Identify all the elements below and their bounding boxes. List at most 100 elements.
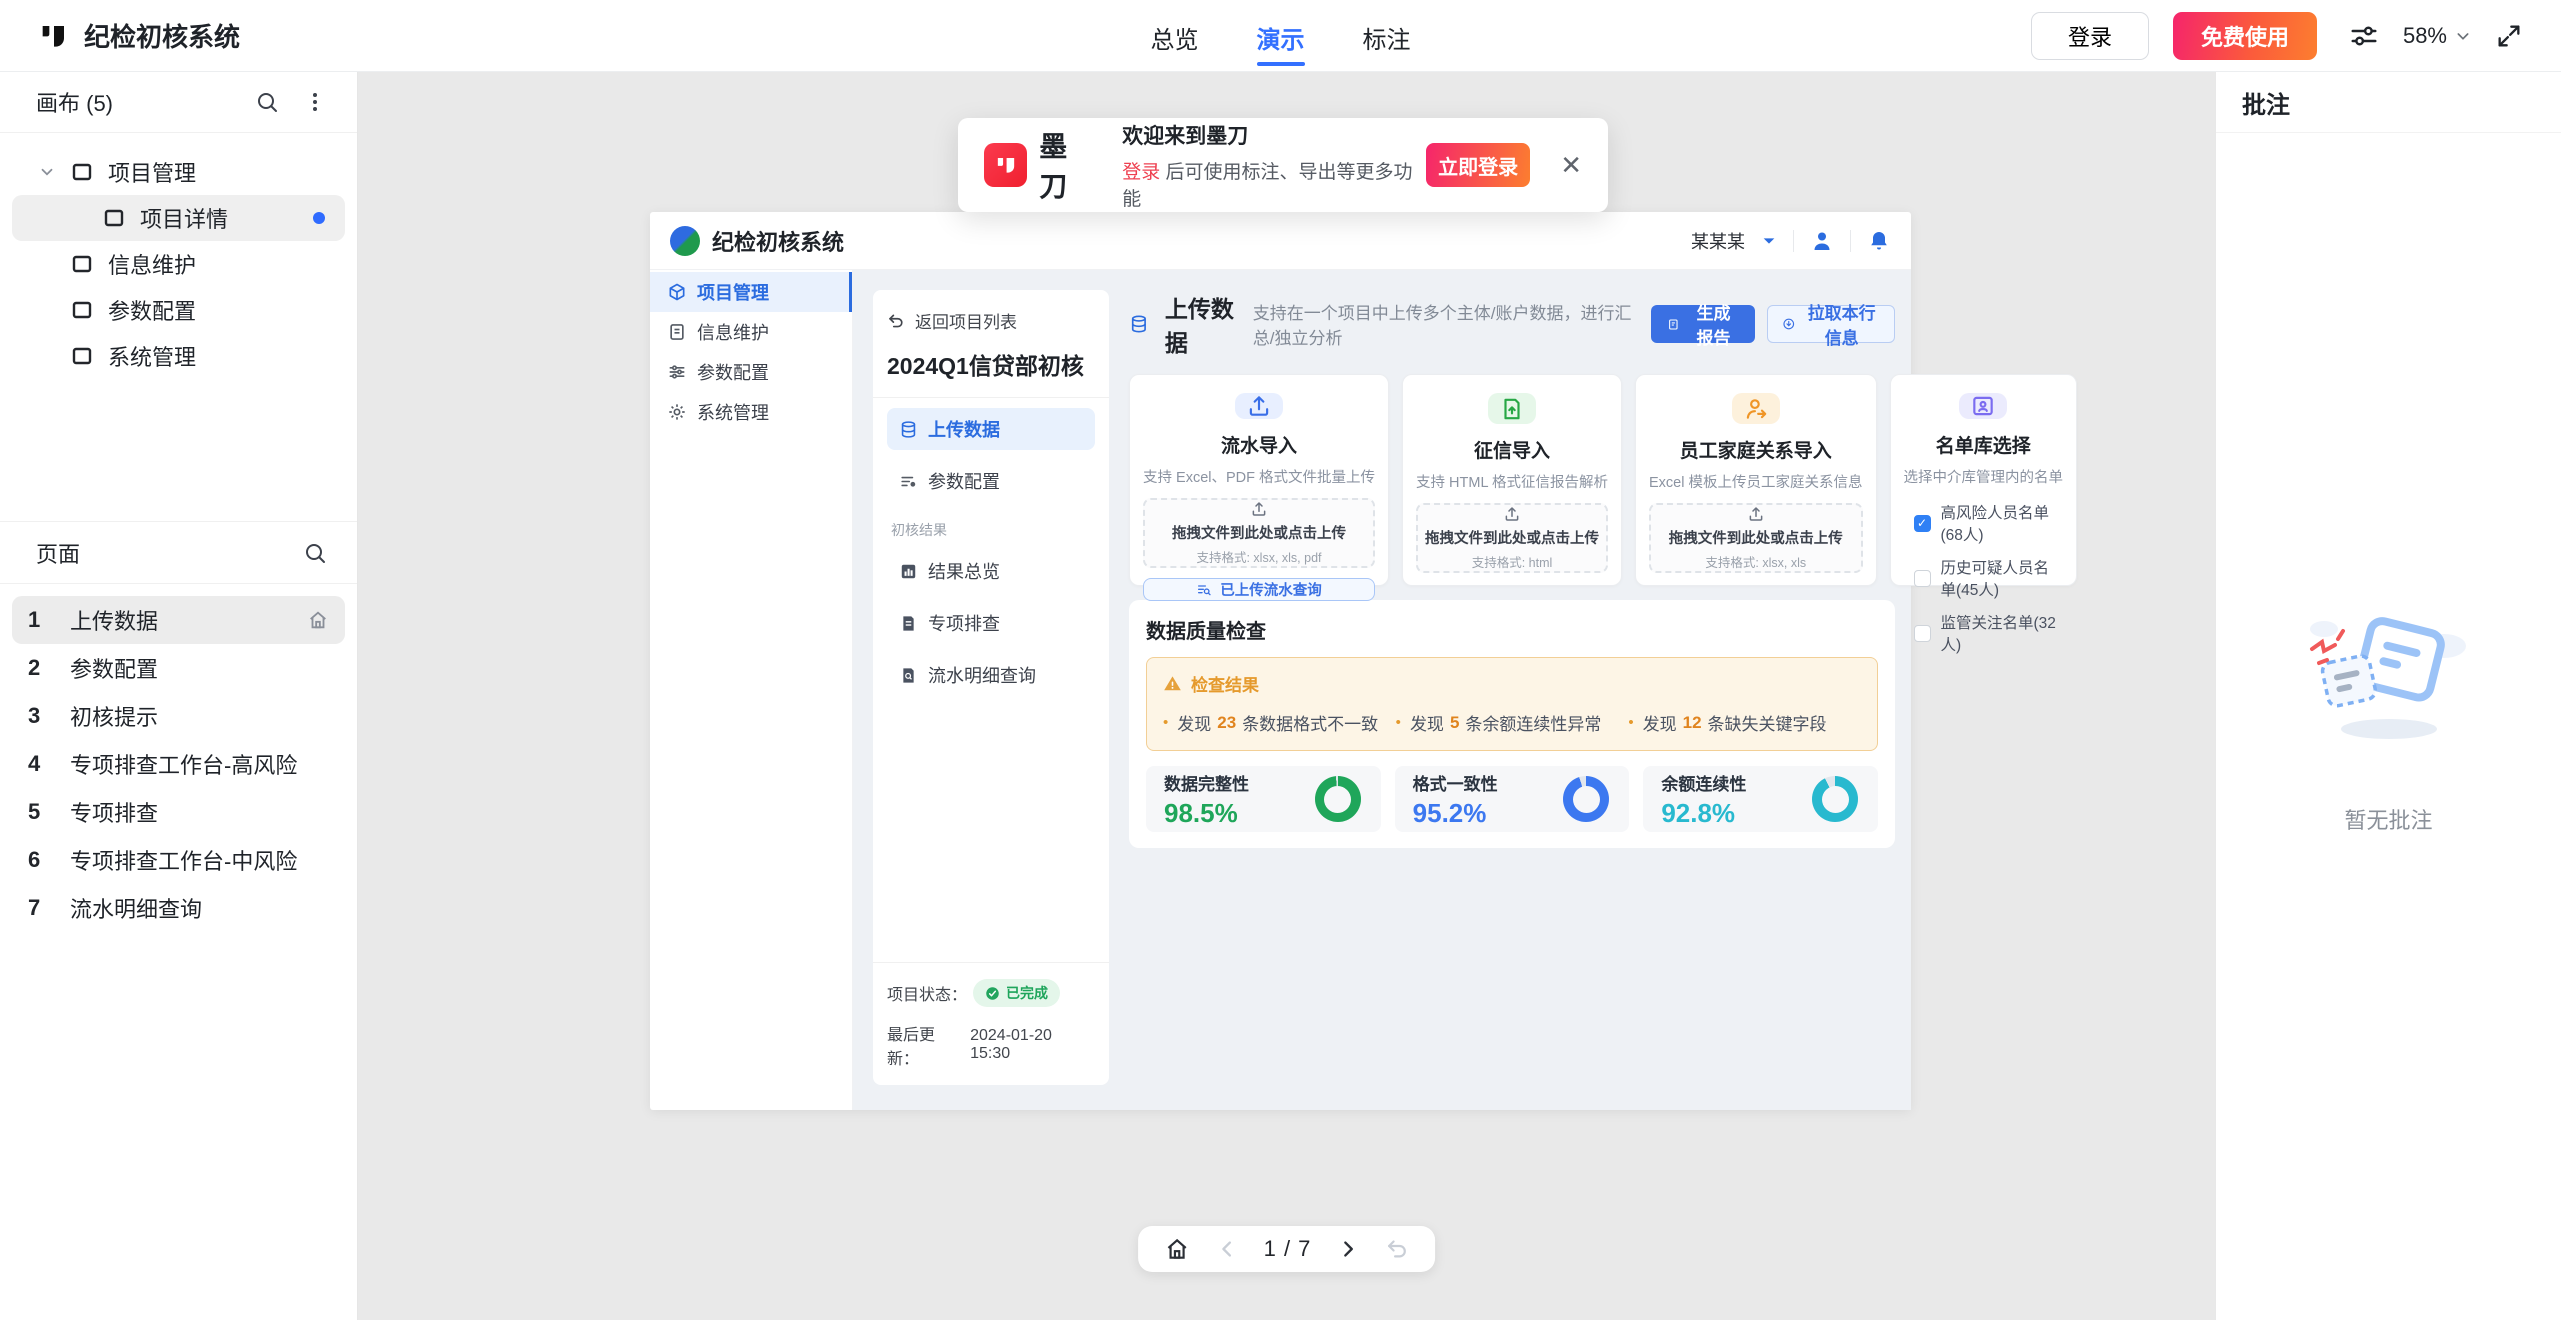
search-icon[interactable] [303, 541, 327, 565]
checkbox[interactable] [1914, 625, 1931, 642]
chevron-down-icon[interactable] [1761, 233, 1777, 249]
report-icon [1667, 316, 1680, 333]
card-title: 员工家庭关系导入 [1680, 436, 1832, 463]
card-title: 名单库选择 [1936, 431, 2031, 458]
namelist-options: 高风险人员名单(68人) 历史可疑人员名单(45人) 监管关注名单(32人) [1904, 501, 2064, 655]
upload-icon [1747, 505, 1765, 523]
gear-icon [667, 402, 687, 422]
tree-item-system-management[interactable]: 系统管理 [12, 333, 345, 379]
tab-overview[interactable]: 总览 [1151, 6, 1199, 66]
bar-chart-icon [899, 562, 918, 581]
upload-icon [1250, 500, 1268, 518]
document-icon [667, 322, 687, 342]
back-to-projects[interactable]: 返回项目列表 [887, 308, 1095, 333]
close-icon[interactable]: ✕ [1560, 152, 1582, 178]
page-indicator: 1 / 7 [1264, 1236, 1312, 1262]
prev-page-icon[interactable] [1216, 1238, 1238, 1260]
tree-item-project-detail[interactable]: 项目详情 [12, 195, 345, 241]
home-icon[interactable] [1164, 1236, 1190, 1262]
tree-item-project-management[interactable]: 项目管理 [12, 149, 345, 195]
generate-report-button[interactable]: 生成报告 [1651, 305, 1754, 343]
page-label: 专项排查工作台-高风险 [70, 748, 297, 780]
page-item-4[interactable]: 4专项排查工作台-高风险 [12, 740, 345, 788]
dropzone[interactable]: 拖拽文件到此处或点击上传 支持格式: html [1416, 503, 1608, 573]
page-label: 专项排查 [70, 796, 158, 828]
fullscreen-icon[interactable] [2495, 22, 2523, 50]
donut-ring [1315, 776, 1361, 822]
metric-balance-continuity: 余额连续性 92.8% [1643, 766, 1878, 832]
username[interactable]: 某某某 [1691, 228, 1745, 254]
user-icon[interactable] [1810, 229, 1834, 253]
document-search-icon [899, 666, 918, 685]
list-search-icon [1196, 582, 1212, 598]
page-item-3[interactable]: 3初核提示 [12, 692, 345, 740]
tab-present[interactable]: 演示 [1257, 6, 1305, 66]
upload-icon [1503, 505, 1521, 523]
welcome-banner: 墨刀 欢迎来到墨刀 登录 后可使用标注、导出等更多功能 立即登录 ✕ [958, 118, 1608, 212]
tree-item-label: 系统管理 [108, 340, 196, 372]
checkbox[interactable] [1914, 515, 1931, 532]
kebab-menu-icon[interactable] [303, 90, 327, 114]
restart-icon[interactable] [1385, 1237, 1409, 1261]
zoom-control[interactable]: 58% [2403, 23, 2471, 49]
return-arrow-icon [887, 312, 905, 330]
page-item-6[interactable]: 6专项排查工作台-中风险 [12, 836, 345, 884]
pages-list: 1 上传数据 2参数配置 3初核提示 4专项排查工作台-高风险 5专项排查 6专… [0, 584, 357, 944]
app-title: 纪检初核系统 [712, 225, 844, 257]
panel-item-upload-data[interactable]: 上传数据 [887, 408, 1095, 450]
checkbox-history-suspect-list[interactable]: 历史可疑人员名单(45人) [1914, 556, 2064, 600]
card-title: 流水导入 [1221, 431, 1297, 458]
nav-project-management[interactable]: 项目管理 [650, 272, 852, 312]
panel-item-result-overview[interactable]: 结果总览 [887, 550, 1095, 592]
tree-item-label: 项目详情 [140, 202, 228, 234]
tab-annotate[interactable]: 标注 [1363, 6, 1411, 66]
settings-sliders-icon[interactable] [2349, 21, 2379, 51]
card-family-relation-import: 员工家庭关系导入 Excel 模板上传员工家庭关系信息 拖拽文件到此处或点击上传… [1635, 374, 1877, 586]
data-quality-card: 数据质量检查 检查结果 •发现23条数据格式不一致 •发现5条余额连续性异常 •… [1129, 600, 1895, 848]
tree-item-label: 参数配置 [108, 294, 196, 326]
nav-parameter-config[interactable]: 参数配置 [650, 352, 852, 392]
card-desc: 选择中介库管理内的名单 [1904, 466, 2064, 487]
no-annotation-illustration [2294, 601, 2484, 761]
card-desc: Excel 模板上传员工家庭关系信息 [1649, 471, 1863, 492]
nav-info-maintenance[interactable]: 信息维护 [650, 312, 852, 352]
fetch-bank-info-button[interactable]: 拉取本行信息 [1767, 305, 1895, 343]
page-title: 纪检初核系统 [84, 17, 240, 54]
metric-data-completeness: 数据完整性 98.5% [1146, 766, 1381, 832]
page-label: 流水明细查询 [70, 892, 202, 924]
login-link[interactable]: 登录 [1122, 162, 1160, 183]
checkbox-regulator-watch-list[interactable]: 监管关注名单(32人) [1914, 611, 2064, 655]
tree-item-parameter-config[interactable]: 参数配置 [12, 287, 345, 333]
panel-item-flow-detail-query[interactable]: 流水明细查询 [887, 654, 1095, 696]
login-button[interactable]: 登录 [2031, 12, 2149, 60]
page-item-5[interactable]: 5专项排查 [12, 788, 345, 836]
quality-title: 数据质量检查 [1146, 615, 1878, 644]
database-icon [899, 420, 918, 439]
upload-icon [1235, 393, 1283, 419]
next-page-icon[interactable] [1337, 1238, 1359, 1260]
page-label: 参数配置 [70, 652, 158, 684]
checkbox-high-risk-list[interactable]: 高风险人员名单(68人) [1914, 501, 2064, 545]
tree-item-info-maintenance[interactable]: 信息维护 [12, 241, 345, 287]
annotation-panel: 批注 [2215, 72, 2561, 1320]
free-use-button[interactable]: 免费使用 [2173, 12, 2317, 60]
panel-item-parameter-config[interactable]: 参数配置 [887, 460, 1095, 502]
login-now-button[interactable]: 立即登录 [1426, 143, 1530, 187]
page-item-1[interactable]: 1 上传数据 [12, 596, 345, 644]
page-item-7[interactable]: 7流水明细查询 [12, 884, 345, 932]
canvas-sidebar: 画布 (5) 项目管理 项目详情 信息维护 [0, 72, 358, 1320]
panel-item-special-check[interactable]: 专项排查 [887, 602, 1095, 644]
nav-system-management[interactable]: 系统管理 [650, 392, 852, 432]
dropzone[interactable]: 拖拽文件到此处或点击上传 支持格式: xlsx, xls, pdf [1143, 498, 1375, 568]
project-panel: 返回项目列表 2024Q1信贷部初核 上传数据 参数配置 初核结果 [873, 290, 1109, 1085]
uploaded-flow-query-button[interactable]: 已上传流水查询 [1143, 578, 1375, 601]
checkbox[interactable] [1914, 570, 1931, 587]
frame-icon [70, 252, 94, 276]
bell-icon[interactable] [1867, 229, 1891, 253]
dropzone[interactable]: 拖拽文件到此处或点击上传 支持格式: xlsx, xls [1649, 503, 1863, 573]
search-icon[interactable] [255, 90, 279, 114]
document-list-icon [899, 614, 918, 633]
page-item-2[interactable]: 2参数配置 [12, 644, 345, 692]
card-credit-import: 征信导入 支持 HTML 格式征信报告解析 拖拽文件到此处或点击上传 支持格式:… [1402, 374, 1622, 586]
mockingbot-badge-icon [984, 143, 1027, 187]
